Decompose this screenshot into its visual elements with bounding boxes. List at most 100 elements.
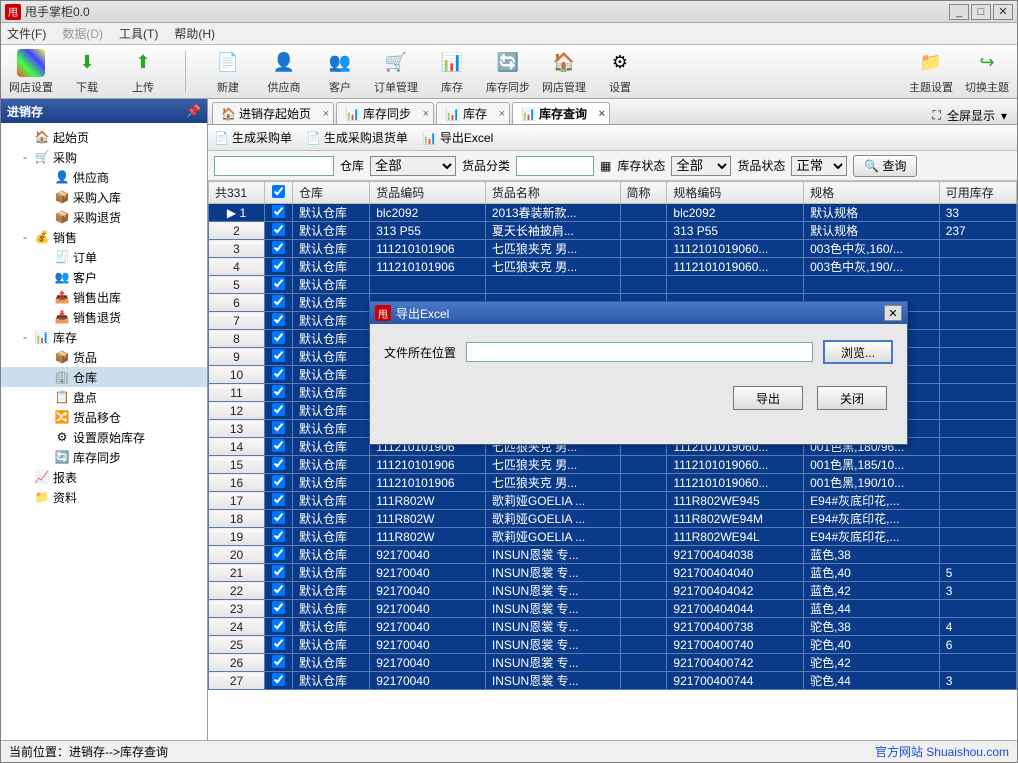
row-checkbox[interactable]	[265, 564, 293, 582]
tb-upload[interactable]: ⬆上传	[121, 49, 165, 95]
row-checkbox[interactable]	[265, 366, 293, 384]
tree-node[interactable]: 📈报表	[1, 467, 207, 487]
table-row[interactable]: 19默认仓库111R802W歌莉娅GOELIA ...111R802WE94LE…	[209, 528, 1017, 546]
col-header[interactable]: 货品名称	[485, 182, 620, 204]
gen-po-return-button[interactable]: 📄生成采购退货单	[306, 129, 408, 146]
table-row[interactable]: 15默认仓库111210101906七匹狼夹克 男...111210101906…	[209, 456, 1017, 474]
tab-close-icon[interactable]: ×	[423, 108, 429, 120]
col-header[interactable]: 简称	[620, 182, 667, 204]
tb-new[interactable]: 📄新建	[206, 49, 250, 95]
stock-status-select[interactable]: 全部	[671, 156, 731, 176]
table-row[interactable]: 26默认仓库92170040INSUN恩裳 专...921700400742驼色…	[209, 654, 1017, 672]
tree-node[interactable]: 📦采购退货	[1, 207, 207, 227]
row-checkbox[interactable]	[265, 294, 293, 312]
row-checkbox[interactable]	[265, 636, 293, 654]
tb-shop-mgmt[interactable]: 🏠网店管理	[542, 49, 586, 95]
table-row[interactable]: 16默认仓库111210101906七匹狼夹克 男...111210101906…	[209, 474, 1017, 492]
tree-node[interactable]: -📊库存	[1, 327, 207, 347]
row-checkbox[interactable]	[265, 672, 293, 690]
row-checkbox[interactable]	[265, 348, 293, 366]
row-checkbox[interactable]	[265, 492, 293, 510]
tb-settings[interactable]: ⚙设置	[598, 49, 642, 95]
gen-po-button[interactable]: 📄生成采购单	[214, 129, 292, 146]
table-row[interactable]: 5默认仓库	[209, 276, 1017, 294]
tb-order[interactable]: 🛒订单管理	[374, 49, 418, 95]
tree-node[interactable]: 🔀货品移仓	[1, 407, 207, 427]
pin-icon[interactable]: 📌	[186, 104, 201, 118]
tab[interactable]: 📊库存×	[436, 102, 510, 124]
query-button[interactable]: 🔍查询	[853, 155, 917, 177]
file-location-input[interactable]	[466, 342, 813, 362]
row-checkbox[interactable]	[265, 384, 293, 402]
fullscreen-button[interactable]: 全屏显示	[947, 107, 995, 124]
row-checkbox[interactable]	[265, 474, 293, 492]
tab-close-icon[interactable]: ×	[323, 108, 329, 120]
tree-node[interactable]: 📁资料	[1, 487, 207, 507]
row-checkbox[interactable]	[265, 600, 293, 618]
tb-shop-settings[interactable]: 网店设置	[9, 49, 53, 95]
dialog-close-button[interactable]: ✕	[884, 305, 902, 321]
row-checkbox[interactable]	[265, 258, 293, 276]
table-row[interactable]: 24默认仓库92170040INSUN恩裳 专...921700400738驼色…	[209, 618, 1017, 636]
table-row[interactable]: 2默认仓库313 P55夏天长袖披肩...313 P55默认规格237	[209, 222, 1017, 240]
row-checkbox[interactable]	[265, 312, 293, 330]
tb-customer[interactable]: 👥客户	[318, 49, 362, 95]
row-checkbox[interactable]	[265, 546, 293, 564]
row-checkbox[interactable]	[265, 438, 293, 456]
tab[interactable]: 🏠进销存起始页×	[212, 102, 334, 124]
tree-node[interactable]: 🏢仓库	[1, 367, 207, 387]
row-checkbox[interactable]	[265, 618, 293, 636]
tree-picker-icon[interactable]: ▦	[600, 159, 611, 173]
row-checkbox[interactable]	[265, 240, 293, 258]
row-checkbox[interactable]	[265, 510, 293, 528]
col-header[interactable]: 规格编码	[667, 182, 804, 204]
tree-node[interactable]: 🔄库存同步	[1, 447, 207, 467]
row-checkbox[interactable]	[265, 402, 293, 420]
tree-node[interactable]: ⚙设置原始库存	[1, 427, 207, 447]
col-header[interactable]: 货品编码	[370, 182, 486, 204]
tree-node[interactable]: 🏠起始页	[1, 127, 207, 147]
row-checkbox[interactable]	[265, 276, 293, 294]
tab-close-icon[interactable]: ×	[499, 108, 505, 120]
col-header[interactable]: 规格	[804, 182, 940, 204]
menu-file[interactable]: 文件(F)	[7, 25, 46, 42]
chevron-down-icon[interactable]: ▾	[1001, 109, 1007, 123]
export-excel-button[interactable]: 📊导出Excel	[422, 129, 493, 146]
tb-stock-sync[interactable]: 🔄库存同步	[486, 49, 530, 95]
row-checkbox[interactable]	[265, 204, 293, 222]
col-checkall[interactable]	[265, 182, 293, 204]
tb-switch-theme[interactable]: ↪切换主题	[965, 49, 1009, 95]
table-row[interactable]: 4默认仓库111210101906七匹狼夹克 男...1112101019060…	[209, 258, 1017, 276]
tree-node[interactable]: 📤销售出库	[1, 287, 207, 307]
data-grid[interactable]: 共331仓库货品编码货品名称简称规格编码规格可用库存▶ 1默认仓库blc2092…	[208, 181, 1017, 740]
table-row[interactable]: 20默认仓库92170040INSUN恩裳 专...921700404038蓝色…	[209, 546, 1017, 564]
table-row[interactable]: 27默认仓库92170040INSUN恩裳 专...921700400744驼色…	[209, 672, 1017, 690]
export-button[interactable]: 导出	[733, 386, 803, 410]
tab[interactable]: 📊库存查询×	[512, 102, 610, 124]
tab-close-icon[interactable]: ×	[599, 108, 605, 120]
search-input[interactable]	[214, 156, 334, 176]
table-row[interactable]: 17默认仓库111R802W歌莉娅GOELIA ...111R802WE945E…	[209, 492, 1017, 510]
tree-node[interactable]: 👤供应商	[1, 167, 207, 187]
tree-node[interactable]: 📋盘点	[1, 387, 207, 407]
row-checkbox[interactable]	[265, 420, 293, 438]
tree-node[interactable]: 🧾订单	[1, 247, 207, 267]
tab[interactable]: 📊库存同步×	[336, 102, 434, 124]
goods-status-select[interactable]: 正常	[791, 156, 847, 176]
table-row[interactable]: 22默认仓库92170040INSUN恩裳 专...921700404042蓝色…	[209, 582, 1017, 600]
col-header[interactable]: 可用库存	[939, 182, 1016, 204]
table-row[interactable]: 18默认仓库111R802W歌莉娅GOELIA ...111R802WE94ME…	[209, 510, 1017, 528]
row-checkbox[interactable]	[265, 456, 293, 474]
tree-node[interactable]: 📦采购入库	[1, 187, 207, 207]
table-row[interactable]: 21默认仓库92170040INSUN恩裳 专...921700404040蓝色…	[209, 564, 1017, 582]
table-row[interactable]: 25默认仓库92170040INSUN恩裳 专...921700400740驼色…	[209, 636, 1017, 654]
row-checkbox[interactable]	[265, 528, 293, 546]
row-checkbox[interactable]	[265, 654, 293, 672]
maximize-button[interactable]: □	[971, 4, 991, 20]
warehouse-select[interactable]: 全部	[370, 156, 456, 176]
tb-supplier[interactable]: 👤供应商	[262, 49, 306, 95]
close-button[interactable]: ✕	[993, 4, 1013, 20]
minimize-button[interactable]: _	[949, 4, 969, 20]
browse-button[interactable]: 浏览...	[823, 340, 893, 364]
category-input[interactable]	[516, 156, 594, 176]
